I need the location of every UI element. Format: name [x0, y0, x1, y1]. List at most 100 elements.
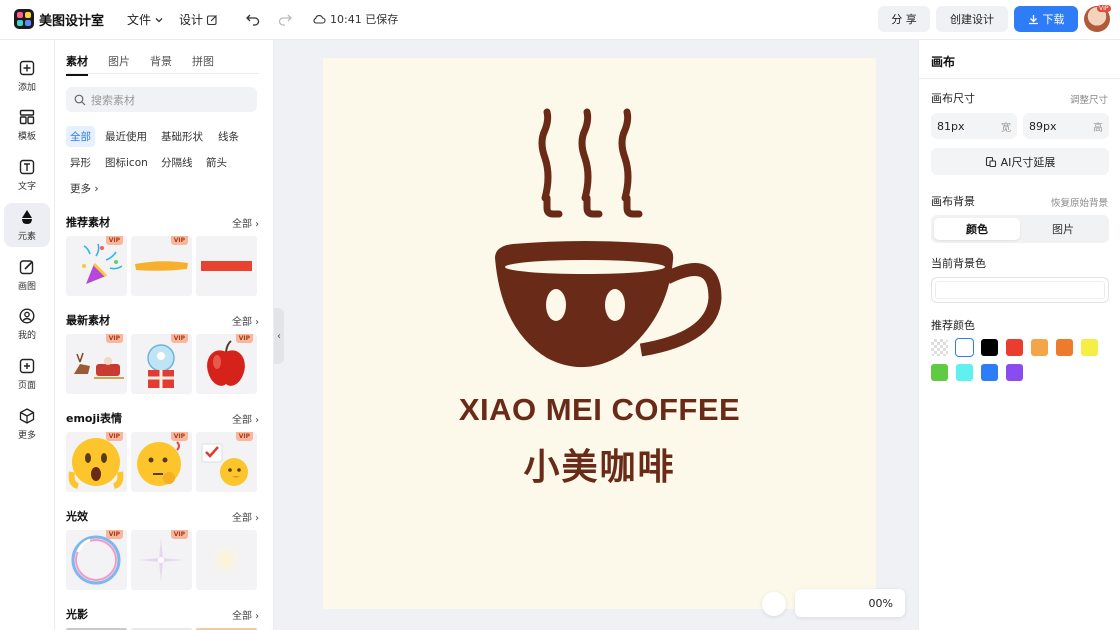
brand-name-chinese[interactable]: 小美咖啡 — [323, 438, 876, 490]
rail-item-draw[interactable]: 画图 — [4, 253, 50, 297]
rail-item-text[interactable]: 文字 — [4, 153, 50, 197]
share-button[interactable]: 分 享 — [878, 6, 930, 32]
chip-more[interactable]: 更多 › — [66, 178, 103, 199]
coffee-cup-logo[interactable] — [323, 58, 876, 398]
asset-shocked-emoji[interactable]: VIP — [66, 432, 127, 492]
vip-badge: VIP — [105, 236, 123, 245]
color-swatch[interactable] — [1056, 339, 1073, 356]
chip-arrows[interactable]: 箭头 — [202, 152, 231, 173]
bg-type-toggle: 颜色 图片 — [931, 215, 1109, 243]
ai-resize-icon — [985, 156, 996, 167]
chip-recent[interactable]: 最近使用 — [101, 126, 151, 147]
color-swatch[interactable] — [1006, 339, 1023, 356]
section-title-light-shadow: 光影 — [66, 608, 88, 621]
rail-item-elements[interactable]: 元素 — [4, 203, 50, 247]
color-swatch[interactable] — [981, 364, 998, 381]
properties-panel: 画布 画布尺寸 调整尺寸 81px 宽 89px 高 AI尺寸延展 画布背景 恢… — [918, 40, 1120, 630]
section-all-recommended[interactable]: 全部 › — [232, 215, 259, 230]
asset-red-apple[interactable]: VIP — [196, 334, 257, 394]
file-menu[interactable]: 文件 — [127, 11, 164, 28]
color-swatch[interactable] — [955, 338, 974, 357]
edit-icon — [206, 14, 217, 25]
color-swatch[interactable] — [956, 364, 973, 381]
asset-bubble-ring[interactable]: VIP — [66, 530, 127, 590]
cloud-icon — [313, 15, 326, 24]
chip-lines[interactable]: 线条 — [214, 126, 243, 147]
rail-label-more: 更多 — [17, 431, 36, 441]
ai-size-extend-button[interactable]: AI尺寸延展 — [931, 148, 1109, 175]
color-swatch[interactable] — [1081, 339, 1098, 356]
asset-red-bar[interactable] — [196, 236, 257, 296]
vip-badge: VIP — [170, 432, 188, 441]
rail-item-more[interactable]: 更多 — [4, 402, 50, 446]
color-swatch[interactable] — [1031, 339, 1048, 356]
color-swatch[interactable] — [931, 364, 948, 381]
search-input[interactable]: 搜索素材 — [66, 87, 257, 112]
left-rail: 添加 模板 文字 元素 画图 我的 页面 更多 — [0, 40, 55, 630]
width-input[interactable]: 81px 宽 — [931, 113, 1017, 139]
color-swatch[interactable] — [931, 339, 948, 356]
chip-basic-shapes[interactable]: 基础形状 — [157, 126, 207, 147]
chip-all[interactable]: 全部 — [66, 126, 95, 147]
asset-panel: 素材 图片 背景 拼图 搜索素材 全部 最近使用 基础形状 线条 异形 图标ic… — [55, 40, 274, 630]
plus-square-icon — [19, 60, 35, 76]
asset-thinking-emoji[interactable]: VIP — [131, 432, 192, 492]
height-value: 89px — [1029, 119, 1057, 133]
share-label: 分 享 — [891, 13, 917, 26]
undo-icon[interactable] — [245, 11, 261, 27]
section-all-light-effects[interactable]: 全部 › — [232, 509, 259, 524]
asset-party-popper[interactable]: VIP — [66, 236, 127, 296]
restore-bg-link[interactable]: 恢复原始背景 — [1051, 195, 1108, 209]
chick-emoji-icon — [201, 443, 248, 486]
asset-chick-emoji[interactable]: VIP — [196, 432, 257, 492]
section-all-emoji[interactable]: 全部 › — [232, 411, 259, 426]
vip-badge: VIP — [170, 530, 188, 539]
asset-snow-globe-gift[interactable]: VIP — [131, 334, 192, 394]
text-icon — [19, 159, 35, 175]
height-input[interactable]: 89px 高 — [1023, 113, 1109, 139]
app-logo[interactable]: 美图设计室 — [14, 9, 104, 29]
chip-dividers[interactable]: 分隔线 — [157, 152, 197, 173]
asset-soft-glow[interactable] — [196, 530, 257, 590]
zoom-level: 00% — [868, 596, 893, 610]
asset-star-sparkle[interactable]: VIP — [131, 530, 192, 590]
brush-stroke-icon — [135, 261, 188, 271]
glow-icon — [206, 540, 246, 580]
color-swatch[interactable] — [981, 339, 998, 356]
rail-label-add: 添加 — [17, 83, 36, 93]
zoom-control[interactable]: 00% — [795, 589, 905, 617]
rail-item-pages[interactable]: 页面 — [4, 352, 50, 396]
segment-color[interactable]: 颜色 — [934, 218, 1020, 240]
design-menu[interactable]: 设计 — [179, 11, 218, 28]
section-all-light-shadow[interactable]: 全部 › — [232, 607, 259, 622]
vip-badge: VIP — [105, 530, 123, 539]
rail-label-draw: 画图 — [17, 282, 36, 292]
download-label: 下载 — [1042, 13, 1065, 26]
help-button[interactable] — [762, 592, 786, 616]
resize-link[interactable]: 调整尺寸 — [1070, 92, 1108, 106]
search-icon — [74, 94, 86, 105]
design-canvas[interactable]: XIAO MEI COFFEE 小美咖啡 — [323, 58, 876, 609]
asset-yellow-brush-stroke[interactable]: VIP — [131, 236, 192, 296]
current-bg-color-field[interactable] — [931, 277, 1109, 303]
party-popper-icon — [82, 243, 123, 284]
cup-left-eye — [546, 289, 566, 321]
steam-lines — [538, 108, 643, 218]
segment-image[interactable]: 图片 — [1020, 218, 1106, 240]
chip-irregular[interactable]: 异形 — [66, 152, 95, 173]
chip-icons[interactable]: 图标icon — [101, 152, 152, 173]
rail-item-template[interactable]: 模板 — [4, 103, 50, 147]
color-swatch[interactable] — [1006, 364, 1023, 381]
download-button[interactable]: 下载 — [1014, 6, 1078, 32]
asset-reindeer-sleigh[interactable]: VIP — [66, 334, 127, 394]
redo-icon[interactable] — [277, 11, 293, 27]
brand-name-english[interactable]: XIAO MEI COFFEE — [323, 392, 876, 428]
rail-item-add[interactable]: 添加 — [4, 54, 50, 98]
section-all-newest[interactable]: 全部 › — [232, 313, 259, 328]
rail-item-mine[interactable]: 我的 — [4, 302, 50, 346]
collapse-panel-handle[interactable]: ‹ — [274, 308, 284, 364]
rail-label-template: 模板 — [17, 132, 36, 142]
rail-label-mine: 我的 — [17, 331, 36, 341]
all-label: 全部 — [232, 219, 252, 230]
create-design-button[interactable]: 创建设计 — [936, 6, 1008, 32]
